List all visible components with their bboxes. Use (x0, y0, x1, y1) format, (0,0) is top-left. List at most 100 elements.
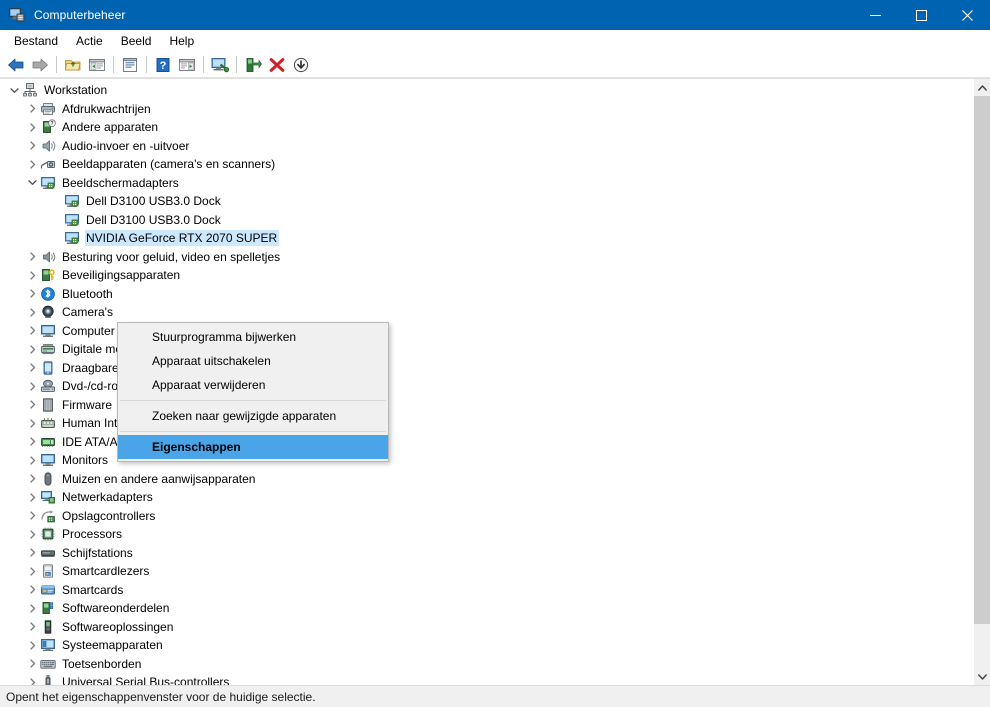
tree-item[interactable]: Dell D3100 USB3.0 Dock (0, 211, 973, 230)
chevron-right-icon[interactable] (24, 526, 40, 542)
close-button[interactable] (944, 0, 990, 30)
scan-hardware-icon[interactable] (208, 54, 232, 76)
chevron-right-icon[interactable] (24, 415, 40, 431)
tree-item[interactable]: Dell D3100 USB3.0 Dock (0, 192, 973, 211)
chevron-down-icon[interactable] (24, 175, 40, 191)
chevron-right-icon[interactable] (24, 323, 40, 339)
chevron-right-icon[interactable] (24, 397, 40, 413)
tree-item[interactable]: Universal Serial Bus-controllers (0, 673, 973, 685)
chevron-right-icon[interactable] (24, 267, 40, 283)
tree-item[interactable]: Smartcardlezers (0, 562, 973, 581)
tree-item-label: Schijfstations (62, 545, 133, 560)
context-menu-item[interactable]: Apparaat uitschakelen (118, 349, 388, 373)
processor-icon (40, 526, 56, 542)
tree-item[interactable]: Schijfstations (0, 544, 973, 563)
chevron-right-icon[interactable] (24, 138, 40, 154)
context-menu-item-label: Stuurprogramma bijwerken (152, 330, 297, 344)
smartcard-reader-icon (40, 563, 56, 579)
chevron-right-icon[interactable] (24, 119, 40, 135)
tree-item[interactable]: Beeldapparaten (camera's en scanners) (0, 155, 973, 174)
tree-item[interactable]: Processors (0, 525, 973, 544)
tree-item[interactable]: Bluetooth (0, 285, 973, 304)
tree-item[interactable]: Smartcards (0, 581, 973, 600)
up-folder-icon[interactable] (61, 54, 85, 76)
menu-bestand[interactable]: Bestand (5, 32, 67, 50)
disable-device-icon[interactable] (289, 54, 313, 76)
chevron-right-icon[interactable] (24, 637, 40, 653)
chevron-right-icon[interactable] (24, 674, 40, 685)
chevron-right-icon[interactable] (24, 489, 40, 505)
update-driver-icon[interactable] (241, 54, 265, 76)
maximize-button[interactable] (898, 0, 944, 30)
properties-icon[interactable] (118, 54, 142, 76)
context-menu-item[interactable]: Zoeken naar gewijzigde apparaten (118, 404, 388, 428)
scroll-down-arrow-icon[interactable] (974, 668, 990, 685)
forward-arrow-icon[interactable] (28, 54, 52, 76)
menu-actie[interactable]: Actie (67, 32, 112, 50)
storage-controller-icon (40, 508, 56, 524)
tree-item-label: Muizen en andere aanwijsapparaten (62, 471, 256, 486)
context-menu-item[interactable]: Eigenschappen (118, 435, 388, 459)
display-adapter-icon (64, 230, 80, 246)
chevron-down-icon[interactable] (6, 82, 22, 98)
tree-item[interactable]: Audio-invoer en -uitvoer (0, 137, 973, 156)
chevron-right-icon[interactable] (24, 286, 40, 302)
tree-item[interactable]: Workstation (0, 81, 973, 100)
scroll-up-arrow-icon[interactable] (974, 79, 990, 96)
show-hide-action-pane-icon[interactable] (175, 54, 199, 76)
tree-item-label: NVIDIA GeForce RTX 2070 SUPER (85, 230, 280, 247)
tree-item[interactable]: Softwareoplossingen (0, 618, 973, 637)
tree-item-label: Opslagcontrollers (62, 508, 156, 523)
chevron-right-icon[interactable] (24, 656, 40, 672)
chevron-right-icon[interactable] (24, 545, 40, 561)
context-menu-item-label: Zoeken naar gewijzigde apparaten (152, 409, 337, 423)
context-menu-item-label: Apparaat uitschakelen (152, 354, 271, 368)
menu-beeld[interactable]: Beeld (112, 32, 161, 50)
menu-bar: Bestand Actie Beeld Help (0, 30, 990, 52)
chevron-right-icon[interactable] (24, 508, 40, 524)
chevron-right-icon[interactable] (24, 619, 40, 635)
tree-item[interactable]: Afdrukwachtrijen (0, 100, 973, 119)
minimize-button[interactable] (852, 0, 898, 30)
chevron-right-icon[interactable] (24, 304, 40, 320)
menu-help[interactable]: Help (160, 32, 203, 50)
tree-item[interactable]: Netwerkadapters (0, 488, 973, 507)
chevron-right-icon[interactable] (24, 600, 40, 616)
context-menu-item[interactable]: Stuurprogramma bijwerken (118, 325, 388, 349)
chevron-right-icon[interactable] (24, 249, 40, 265)
chevron-right-icon[interactable] (24, 582, 40, 598)
device-context-menu[interactable]: Stuurprogramma bijwerken Apparaat uitscha… (117, 322, 389, 462)
chevron-right-icon[interactable] (24, 360, 40, 376)
tree-item[interactable]: NVIDIA GeForce RTX 2070 SUPER (0, 229, 973, 248)
tree-item-label: Computer (62, 323, 115, 338)
tree-item-label: Audio-invoer en -uitvoer (62, 138, 190, 153)
tree-item[interactable]: Systeemapparaten (0, 636, 973, 655)
tree-item[interactable]: Beveiligingsapparaten (0, 266, 973, 285)
tree-item[interactable]: Softwareonderdelen (0, 599, 973, 618)
display-adapter-icon (64, 193, 80, 209)
chevron-right-icon[interactable] (24, 563, 40, 579)
chevron-right-icon[interactable] (24, 341, 40, 357)
chevron-right-icon[interactable] (24, 156, 40, 172)
chevron-right-icon[interactable] (24, 378, 40, 394)
tree-item[interactable]: Opslagcontrollers (0, 507, 973, 526)
tree-item[interactable]: Besturing voor geluid, video en spelletj… (0, 248, 973, 267)
tree-item[interactable]: Camera's (0, 303, 973, 322)
tree-item[interactable]: Beeldschermadapters (0, 174, 973, 193)
back-arrow-icon[interactable] (4, 54, 28, 76)
scrollbar-thumb[interactable] (974, 96, 990, 624)
digital-media-icon (40, 341, 56, 357)
show-hide-console-tree-icon[interactable] (85, 54, 109, 76)
chevron-right-icon[interactable] (24, 452, 40, 468)
tree-item[interactable]: Toetsenborden (0, 655, 973, 674)
uninstall-device-icon[interactable] (265, 54, 289, 76)
software-components-icon (40, 600, 56, 616)
tree-item[interactable]: ? Andere apparaten (0, 118, 973, 137)
chevron-right-icon[interactable] (24, 434, 40, 450)
chevron-right-icon[interactable] (24, 471, 40, 487)
vertical-scrollbar[interactable] (973, 79, 990, 685)
tree-item[interactable]: Muizen en andere aanwijsapparaten (0, 470, 973, 489)
help-icon[interactable]: ? (151, 54, 175, 76)
chevron-right-icon[interactable] (24, 101, 40, 117)
context-menu-item[interactable]: Apparaat verwijderen (118, 373, 388, 397)
